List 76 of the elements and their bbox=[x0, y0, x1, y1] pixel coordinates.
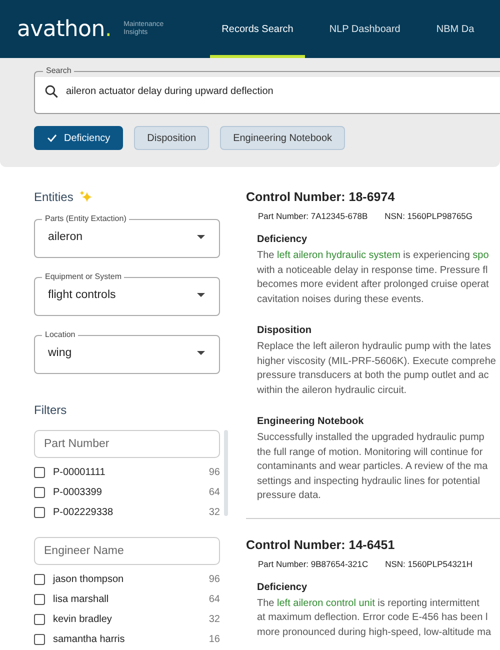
option-label: lisa marshall bbox=[53, 594, 110, 605]
record-title: Control Number: 18-6974 bbox=[246, 189, 396, 205]
checkbox[interactable] bbox=[34, 614, 45, 626]
text-line: Successfully installed the upgraded hydraulic pump bbox=[257, 431, 486, 445]
section-title: Entities bbox=[34, 190, 74, 204]
option-label: samantha harris bbox=[53, 634, 126, 646]
checkbox[interactable] bbox=[34, 634, 45, 646]
filter-chip[interactable]: Engineering Notebook bbox=[220, 126, 346, 150]
text-line: cavitation noises during these events. bbox=[257, 292, 425, 306]
filter-field[interactable]: Engineer Name bbox=[34, 536, 220, 565]
section-title: Filters bbox=[34, 403, 67, 417]
option-count: 16 bbox=[208, 634, 220, 646]
text-line: within the aileron hydraulic circuit. bbox=[257, 384, 408, 398]
option-label: P-0003399 bbox=[53, 486, 103, 498]
text-line: higher viscosity (MIL-PRF-5606K). Execute comprehe bbox=[257, 354, 497, 368]
option-count: 32 bbox=[208, 507, 220, 518]
caret-icon bbox=[197, 235, 205, 239]
dropdown-value: flight controls bbox=[48, 289, 116, 301]
part-number: Part Number: 9B87654-321C bbox=[258, 558, 368, 568]
text-line: contaminants and wear particles. A review of the ma bbox=[257, 460, 489, 474]
field-label: Search bbox=[45, 66, 72, 76]
check-icon bbox=[47, 134, 57, 142]
text-line: Replace the left aileron hydraulic pump with the lates bbox=[257, 340, 492, 354]
part-number: Part Number: 7A12345-678B bbox=[258, 211, 368, 221]
text-line: the full range of motion. Monitoring will continue for bbox=[257, 446, 484, 460]
search-field[interactable]: Search aileron actuator delay during upward deflection bbox=[34, 66, 500, 114]
record-title: Control Number: 14-6451 bbox=[246, 536, 396, 552]
logo: avathon. bbox=[17, 16, 112, 42]
option-label: P-002229338 bbox=[53, 507, 114, 518]
checkbox[interactable] bbox=[34, 486, 45, 498]
text-line: The left aileron hydraulic system is experiencing spo bbox=[257, 249, 490, 263]
nsn: NSN: 1560PLP54321H bbox=[385, 558, 473, 568]
nav-tab[interactable]: NBM Da bbox=[424, 0, 486, 58]
option-count: 96 bbox=[208, 466, 220, 478]
option-label: kevin bradley bbox=[53, 614, 113, 626]
caret-icon bbox=[197, 351, 205, 355]
field-label: Parts (Entity Extaction) bbox=[44, 214, 128, 224]
sparkle-icon bbox=[79, 190, 94, 204]
filter-chip[interactable]: Deficiency bbox=[34, 126, 124, 150]
dropdown[interactable]: Equipment or System flight controls bbox=[34, 272, 220, 316]
text-line: pressure transducers at both the pump outlet and ac bbox=[257, 369, 490, 383]
dropdown-value: aileron bbox=[48, 231, 83, 243]
search-icon bbox=[45, 85, 58, 98]
checkbox[interactable] bbox=[34, 507, 45, 518]
filter-chip[interactable]: Disposition bbox=[134, 126, 210, 150]
option-label: P-00001111 bbox=[53, 466, 106, 478]
checkbox[interactable] bbox=[34, 466, 45, 478]
section-heading: Disposition bbox=[257, 325, 312, 336]
filter-field[interactable]: Part Number bbox=[34, 430, 220, 458]
text-line: with a noticeable delay in response time. Pressure fl bbox=[257, 264, 489, 278]
checkbox[interactable] bbox=[34, 594, 45, 605]
section-heading: Engineering Notebook bbox=[257, 416, 365, 427]
checkbox[interactable] bbox=[34, 574, 45, 585]
text-line: settings and inspecting hydraulic lines for potential bbox=[257, 474, 481, 488]
nav-tab[interactable]: NLP Dashboard bbox=[317, 0, 412, 58]
option-count: 32 bbox=[208, 614, 220, 626]
section-heading: Deficiency bbox=[257, 234, 308, 245]
search-text: aileron actuator delay during upward deflection bbox=[66, 86, 274, 97]
option-count: 96 bbox=[208, 574, 220, 585]
caret-icon bbox=[197, 293, 205, 297]
text-line: The left aileron control unit is reporting intermittent bbox=[257, 596, 480, 610]
dropdown-value: wing bbox=[48, 347, 72, 359]
dropdown[interactable]: Parts (Entity Extaction) aileron bbox=[34, 214, 220, 258]
dropdown[interactable]: Location wing bbox=[34, 330, 220, 374]
option-count: 64 bbox=[208, 594, 220, 605]
section-heading: Deficiency bbox=[257, 582, 308, 592]
text-line: at maximum deflection. Error code E-456 has been l bbox=[257, 611, 489, 625]
option-label: jason thompson bbox=[53, 574, 125, 585]
text-line: pressure data. bbox=[257, 489, 322, 503]
nsn: NSN: 1560PLP98765G bbox=[384, 211, 473, 221]
scrollbar[interactable] bbox=[224, 430, 228, 516]
field-label: Location bbox=[44, 330, 76, 340]
text-line: more pronounced during high-speed, low-altitude ma bbox=[257, 626, 492, 640]
field-label: Equipment or System bbox=[44, 272, 122, 282]
option-count: 64 bbox=[208, 486, 220, 498]
text-line: becomes more evident after prolonged cruise operat bbox=[257, 278, 490, 292]
